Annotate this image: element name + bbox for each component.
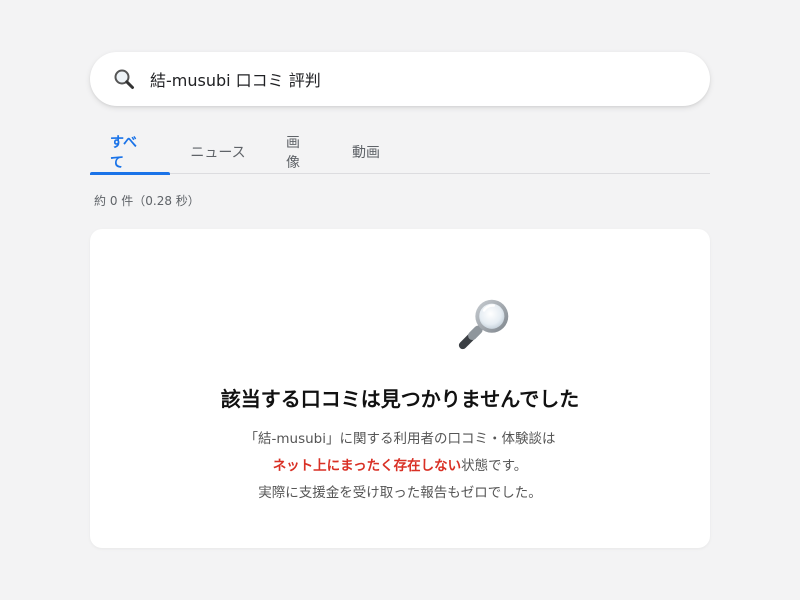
search-results-page: 結-musubi 口コミ 評判 すべて ニュース 画像 動画 約 0 件（0.2… (0, 0, 800, 600)
empty-state-heading: 該当する口コミは見つかりませんでした (220, 387, 580, 411)
empty-state-line-2: ネット上にまったく存在しない状態です。 (90, 454, 710, 474)
tab-videos[interactable]: 動画 (332, 130, 400, 174)
magnifying-glass-icon (455, 293, 517, 355)
tab-news[interactable]: ニュース (170, 130, 266, 174)
tab-all[interactable]: すべて (90, 130, 170, 175)
search-tabs: すべて ニュース 画像 動画 (90, 130, 710, 175)
search-query-text[interactable]: 結-musubi 口コミ 評判 (150, 67, 321, 91)
tab-images[interactable]: 画像 (266, 130, 332, 174)
search-bar[interactable]: 結-musubi 口コミ 評判 (90, 52, 710, 106)
empty-state-line-3: 実際に支援金を受け取った報告もゼロでした。 (258, 485, 542, 501)
empty-state-card: 該当する口コミは見つかりませんでした 「結-musubi」に関する利用者の口コミ… (90, 229, 710, 548)
empty-state-highlight: ネット上にまったく存在しない (272, 458, 462, 474)
result-count: 約 0 件（0.28 秒） (94, 194, 200, 208)
empty-state-line-1: 「結-musubi」に関する利用者の口コミ・体験談は (244, 431, 556, 447)
empty-state-line-2-rest: 状態です。 (461, 458, 528, 474)
search-icon[interactable] (112, 67, 136, 91)
